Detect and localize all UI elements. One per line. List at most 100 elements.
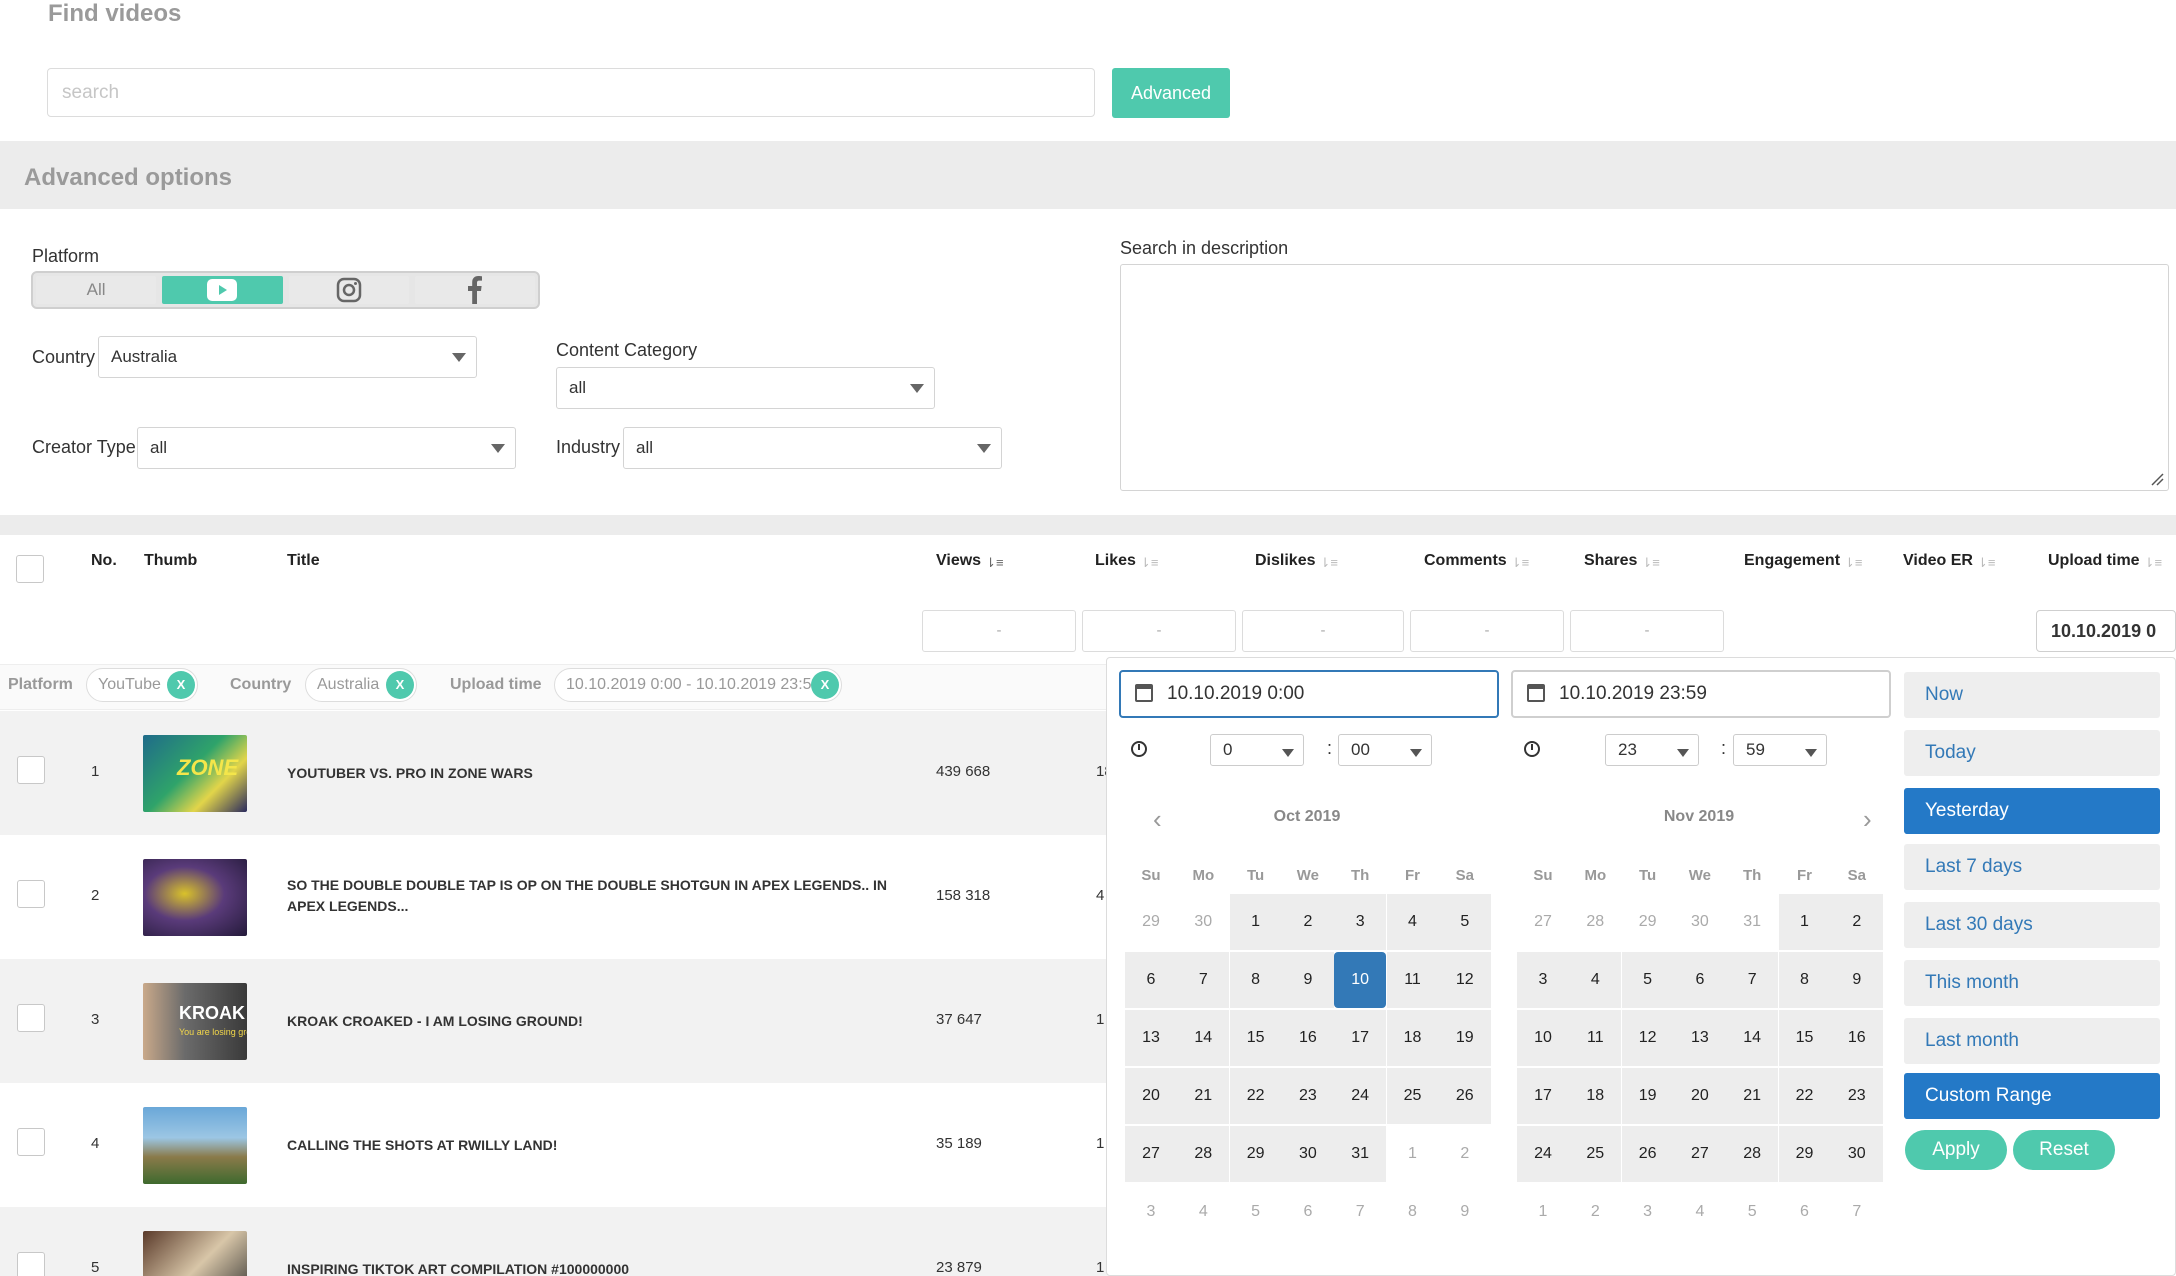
dislikes-range-input[interactable]: -	[1242, 610, 1404, 652]
calendar-day[interactable]: 15	[1229, 1010, 1282, 1066]
video-title[interactable]: KROAK CROAKED - I AM LOSING GROUND!	[287, 1011, 927, 1032]
sort-icon[interactable]: ⇂≡	[1844, 555, 1862, 570]
calendar-day[interactable]: 18	[1386, 1010, 1439, 1066]
row-checkbox[interactable]	[17, 880, 45, 908]
sort-icon[interactable]: ⇂≡	[1140, 555, 1158, 570]
resize-handle-icon[interactable]	[2150, 472, 2164, 486]
calendar-day[interactable]: 3	[1517, 952, 1569, 1008]
calendar-day[interactable]: 30	[1177, 894, 1229, 950]
calendar-day[interactable]: 1	[1229, 894, 1282, 950]
calendar-day[interactable]: 1	[1778, 894, 1831, 950]
platform-option-all[interactable]: All	[36, 276, 157, 304]
calendar-day[interactable]: 8	[1229, 952, 1282, 1008]
calendar-day[interactable]: 11	[1386, 952, 1439, 1008]
table-row[interactable]: 4 CALLING THE SHOTS AT RWILLY LAND! 35 1…	[0, 1083, 1110, 1207]
calendar-day[interactable]: 14	[1177, 1010, 1230, 1066]
header-likes[interactable]: Likes ⇂≡	[1095, 552, 1158, 570]
calendar-day[interactable]: 28	[1177, 1126, 1230, 1182]
platform-option-youtube[interactable]	[162, 276, 283, 304]
calendar-day[interactable]: 22	[1778, 1068, 1831, 1124]
calendar-day[interactable]: 21	[1726, 1068, 1779, 1124]
views-range-input[interactable]: -	[922, 610, 1076, 652]
calendar-day[interactable]: 5	[1438, 894, 1491, 950]
calendar-day[interactable]: 29	[1778, 1126, 1831, 1182]
calendar-day[interactable]: 9	[1439, 1184, 1491, 1240]
calendar-day[interactable]: 1	[1387, 1126, 1439, 1182]
range-preset-last-30-days[interactable]: Last 30 days	[1904, 902, 2160, 948]
calendar-day[interactable]: 16	[1281, 1010, 1334, 1066]
calendar-day[interactable]: 30	[1281, 1126, 1334, 1182]
sort-icon[interactable]: ⇂≡	[1641, 555, 1659, 570]
calendar-day[interactable]: 5	[1621, 952, 1674, 1008]
end-hour-select[interactable]: 23	[1605, 734, 1699, 766]
calendar-day[interactable]: 7	[1334, 1184, 1386, 1240]
calendar-day[interactable]: 24	[1517, 1126, 1569, 1182]
calendar-day[interactable]: 14	[1726, 1010, 1779, 1066]
comments-range-input[interactable]: -	[1410, 610, 1564, 652]
calendar-day[interactable]: 30	[1674, 894, 1726, 950]
calendar-day[interactable]: 5	[1726, 1184, 1778, 1240]
industry-select[interactable]: all	[623, 427, 1002, 469]
row-checkbox[interactable]	[17, 1128, 45, 1156]
calendar-day[interactable]: 23	[1830, 1068, 1883, 1124]
range-preset-this-month[interactable]: This month	[1904, 960, 2160, 1006]
video-thumbnail[interactable]: ZONE	[143, 735, 247, 812]
search-input[interactable]	[47, 68, 1095, 117]
calendar-day[interactable]: 13	[1673, 1010, 1726, 1066]
calendar-day[interactable]: 17	[1517, 1068, 1569, 1124]
calendar-day[interactable]: 19	[1621, 1068, 1674, 1124]
calendar-day[interactable]: 9	[1830, 952, 1883, 1008]
calendar-day[interactable]: 7	[1177, 952, 1230, 1008]
sort-icon[interactable]: ⇂≡	[2144, 555, 2162, 570]
row-checkbox[interactable]	[17, 1004, 45, 1032]
calendar-day[interactable]: 2	[1281, 894, 1334, 950]
calendar-day[interactable]: 10	[1517, 1010, 1569, 1066]
video-thumbnail[interactable]: KROAK You are losing ground!	[143, 983, 247, 1060]
calendar-day[interactable]: 5	[1230, 1184, 1282, 1240]
range-preset-last-7-days[interactable]: Last 7 days	[1904, 844, 2160, 890]
calendar-day[interactable]: 1	[1517, 1184, 1569, 1240]
end-minute-select[interactable]: 59	[1733, 734, 1827, 766]
calendar-day[interactable]: 9	[1281, 952, 1334, 1008]
sort-desc-icon[interactable]: ⇂≡	[985, 555, 1003, 570]
sort-icon[interactable]: ⇂≡	[1319, 555, 1337, 570]
likes-range-input[interactable]: -	[1082, 610, 1236, 652]
table-row[interactable]: 5 INSPIRING TIKTOK ART COMPILATION #1000…	[0, 1207, 1110, 1276]
sort-icon[interactable]: ⇂≡	[1511, 555, 1529, 570]
video-thumbnail[interactable]	[143, 1107, 247, 1184]
header-upload-time[interactable]: Upload time ⇂≡	[2048, 552, 2162, 570]
calendar-day[interactable]: 27	[1517, 894, 1569, 950]
close-icon[interactable]: X	[811, 671, 839, 699]
close-icon[interactable]: X	[386, 671, 414, 699]
range-preset-now[interactable]: Now	[1904, 672, 2160, 718]
start-minute-select[interactable]: 00	[1338, 734, 1432, 766]
calendar-day[interactable]: 10	[1334, 952, 1387, 1008]
calendar-day[interactable]: 24	[1334, 1068, 1387, 1124]
content-category-select[interactable]: all	[556, 367, 935, 409]
calendar-day[interactable]: 6	[1125, 952, 1177, 1008]
header-views[interactable]: Views ⇂≡	[936, 552, 1004, 570]
calendar-day[interactable]: 20	[1125, 1068, 1177, 1124]
start-date-input[interactable]: 10.10.2019 0:00	[1119, 670, 1499, 718]
calendar-day[interactable]: 6	[1282, 1184, 1334, 1240]
upload-time-input[interactable]: 10.10.2019 0	[2036, 610, 2176, 652]
advanced-button[interactable]: Advanced	[1112, 68, 1230, 118]
calendar-day[interactable]: 7	[1726, 952, 1779, 1008]
platform-option-instagram[interactable]	[288, 276, 409, 304]
country-select[interactable]: Australia	[98, 336, 477, 378]
calendar-day[interactable]: 20	[1673, 1068, 1726, 1124]
calendar-day[interactable]: 29	[1229, 1126, 1282, 1182]
calendar-day[interactable]: 23	[1281, 1068, 1334, 1124]
platform-option-facebook[interactable]	[414, 276, 535, 304]
close-icon[interactable]: X	[167, 671, 195, 699]
table-row[interactable]: 2 SO THE DOUBLE DOUBLE TAP IS OP ON THE …	[0, 835, 1110, 959]
calendar-day[interactable]: 19	[1438, 1010, 1491, 1066]
calendar-day[interactable]: 26	[1621, 1126, 1674, 1182]
calendar-day[interactable]: 21	[1177, 1068, 1230, 1124]
calendar-day[interactable]: 8	[1387, 1184, 1439, 1240]
range-preset-custom-range[interactable]: Custom Range	[1904, 1073, 2160, 1119]
calendar-day[interactable]: 12	[1621, 1010, 1674, 1066]
calendar-day[interactable]: 29	[1125, 894, 1177, 950]
sort-icon[interactable]: ⇂≡	[1977, 555, 1995, 570]
search-description-textarea[interactable]	[1120, 264, 2169, 491]
